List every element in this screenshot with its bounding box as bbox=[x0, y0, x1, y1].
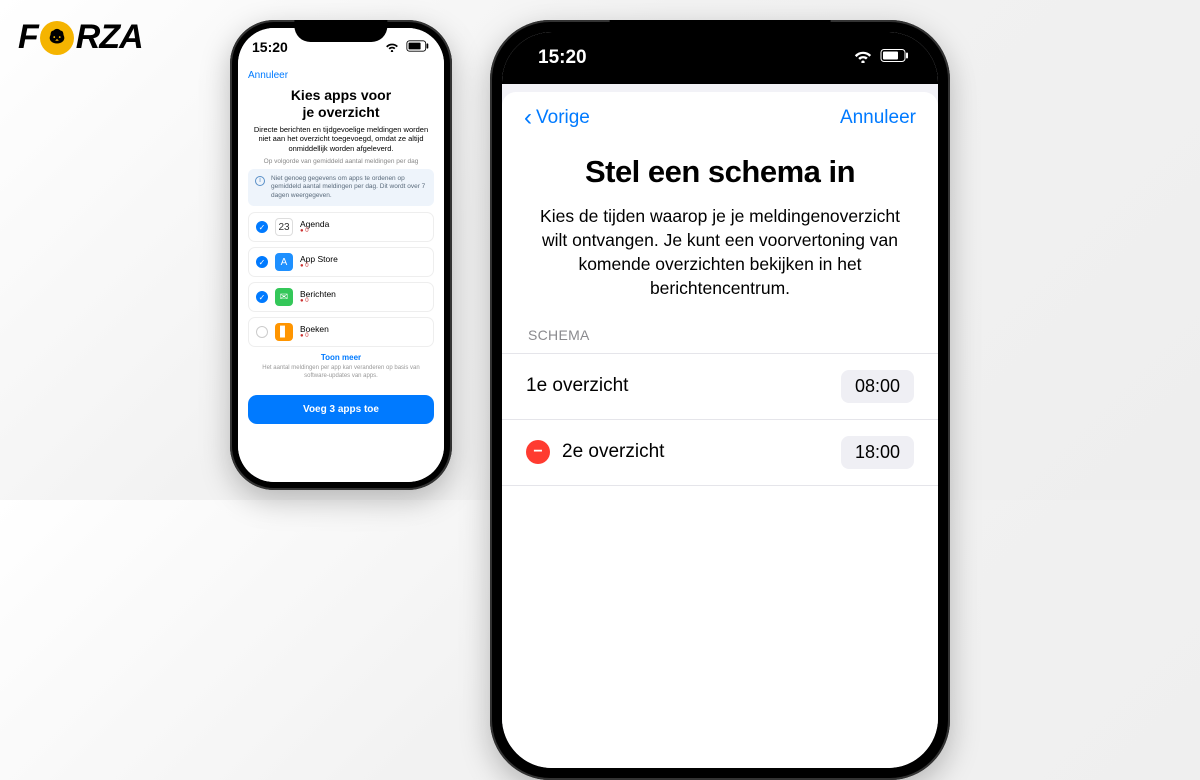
section-label: SCHEMA bbox=[528, 327, 938, 343]
time-picker[interactable]: 08:00 bbox=[841, 370, 914, 403]
schedule-label: 1e overzicht bbox=[526, 375, 628, 397]
checkbox-icon[interactable]: ✓ bbox=[256, 256, 268, 268]
schedule-row[interactable]: 1e overzicht 08:00 bbox=[502, 354, 938, 420]
battery-icon bbox=[880, 47, 910, 69]
wifi-icon bbox=[384, 39, 400, 55]
footnote: Het aantal meldingen per app kan verande… bbox=[248, 365, 434, 381]
sort-hint: Op volgorde van gemiddeld aantal melding… bbox=[248, 158, 434, 165]
phone-big: 15:20 ‹ Vorige Annuleer Stel een schema … bbox=[490, 20, 950, 780]
app-meta: ● 0 bbox=[300, 333, 329, 339]
checkbox-icon[interactable]: ✓ bbox=[256, 291, 268, 303]
app-icon: 23 bbox=[275, 218, 293, 236]
lion-icon bbox=[40, 21, 74, 55]
battery-icon bbox=[406, 39, 430, 55]
app-row[interactable]: ✓ ✉ Berichten● 0 bbox=[248, 282, 434, 312]
cancel-button[interactable]: Annuleer bbox=[840, 107, 916, 129]
app-icon: A bbox=[275, 253, 293, 271]
app-row[interactable]: ✓ A App Store● 0 bbox=[248, 247, 434, 277]
nav-bar: ‹ Vorige Annuleer bbox=[502, 92, 938, 136]
info-banner: i Niet genoeg gegevens om apps te ordene… bbox=[248, 169, 434, 206]
logo-letter-f: F bbox=[18, 18, 38, 57]
app-name: Berichten bbox=[300, 290, 336, 299]
app-list: ✓23Agenda● 0✓AApp Store● 0✓✉Berichten● 0… bbox=[248, 212, 434, 347]
app-icon: ✉ bbox=[275, 288, 293, 306]
chevron-left-icon: ‹ bbox=[524, 106, 532, 130]
cancel-link[interactable]: Annuleer bbox=[248, 66, 434, 85]
checkbox-icon[interactable]: ✓ bbox=[256, 221, 268, 233]
page-subtitle: Kies de tijden waarop je je meldingenove… bbox=[502, 204, 938, 301]
add-apps-button[interactable]: Voeg 3 apps toe bbox=[248, 395, 434, 424]
app-icon: ▋ bbox=[275, 323, 293, 341]
info-text: Niet genoeg gegevens om apps te ordenen … bbox=[271, 175, 427, 200]
back-label: Vorige bbox=[536, 107, 590, 129]
status-time: 15:20 bbox=[252, 39, 288, 55]
app-meta: ● 0 bbox=[300, 263, 338, 269]
app-name: Boeken bbox=[300, 325, 329, 334]
logo-letters-rza: RZA bbox=[76, 18, 143, 57]
app-name: Agenda bbox=[300, 220, 329, 229]
notch bbox=[610, 20, 831, 50]
page-title: Kies apps voor je overzicht bbox=[248, 87, 434, 121]
forza-logo: F RZA bbox=[18, 18, 143, 57]
page-subtitle: Directe berichten en tijdgevoelige meldi… bbox=[248, 125, 434, 154]
app-row[interactable]: ✓ 23 Agenda● 0 bbox=[248, 212, 434, 242]
info-icon: i bbox=[255, 176, 265, 186]
page-title: Stel een schema in bbox=[522, 154, 918, 190]
show-more-button[interactable]: Toon meer bbox=[248, 353, 434, 362]
status-time: 15:20 bbox=[538, 47, 587, 69]
app-meta: ● 0 bbox=[300, 298, 336, 304]
notch bbox=[294, 20, 387, 42]
time-picker[interactable]: 18:00 bbox=[841, 436, 914, 469]
schedule-row[interactable]: −2e overzicht 18:00 bbox=[502, 420, 938, 486]
wifi-icon bbox=[852, 47, 874, 69]
app-name: App Store bbox=[300, 255, 338, 264]
remove-icon[interactable]: − bbox=[526, 440, 550, 464]
back-button[interactable]: ‹ Vorige bbox=[524, 106, 590, 130]
schedule-label: 2e overzicht bbox=[562, 441, 664, 463]
checkbox-icon[interactable] bbox=[256, 326, 268, 338]
schedule-list: 1e overzicht 08:00 −2e overzicht 18:00 bbox=[502, 353, 938, 486]
app-row[interactable]: ▋ Boeken● 0 bbox=[248, 317, 434, 347]
phone-small: 15:20 Annuleer Kies apps voor je overzic… bbox=[230, 20, 452, 490]
app-meta: ● 0 bbox=[300, 228, 329, 234]
